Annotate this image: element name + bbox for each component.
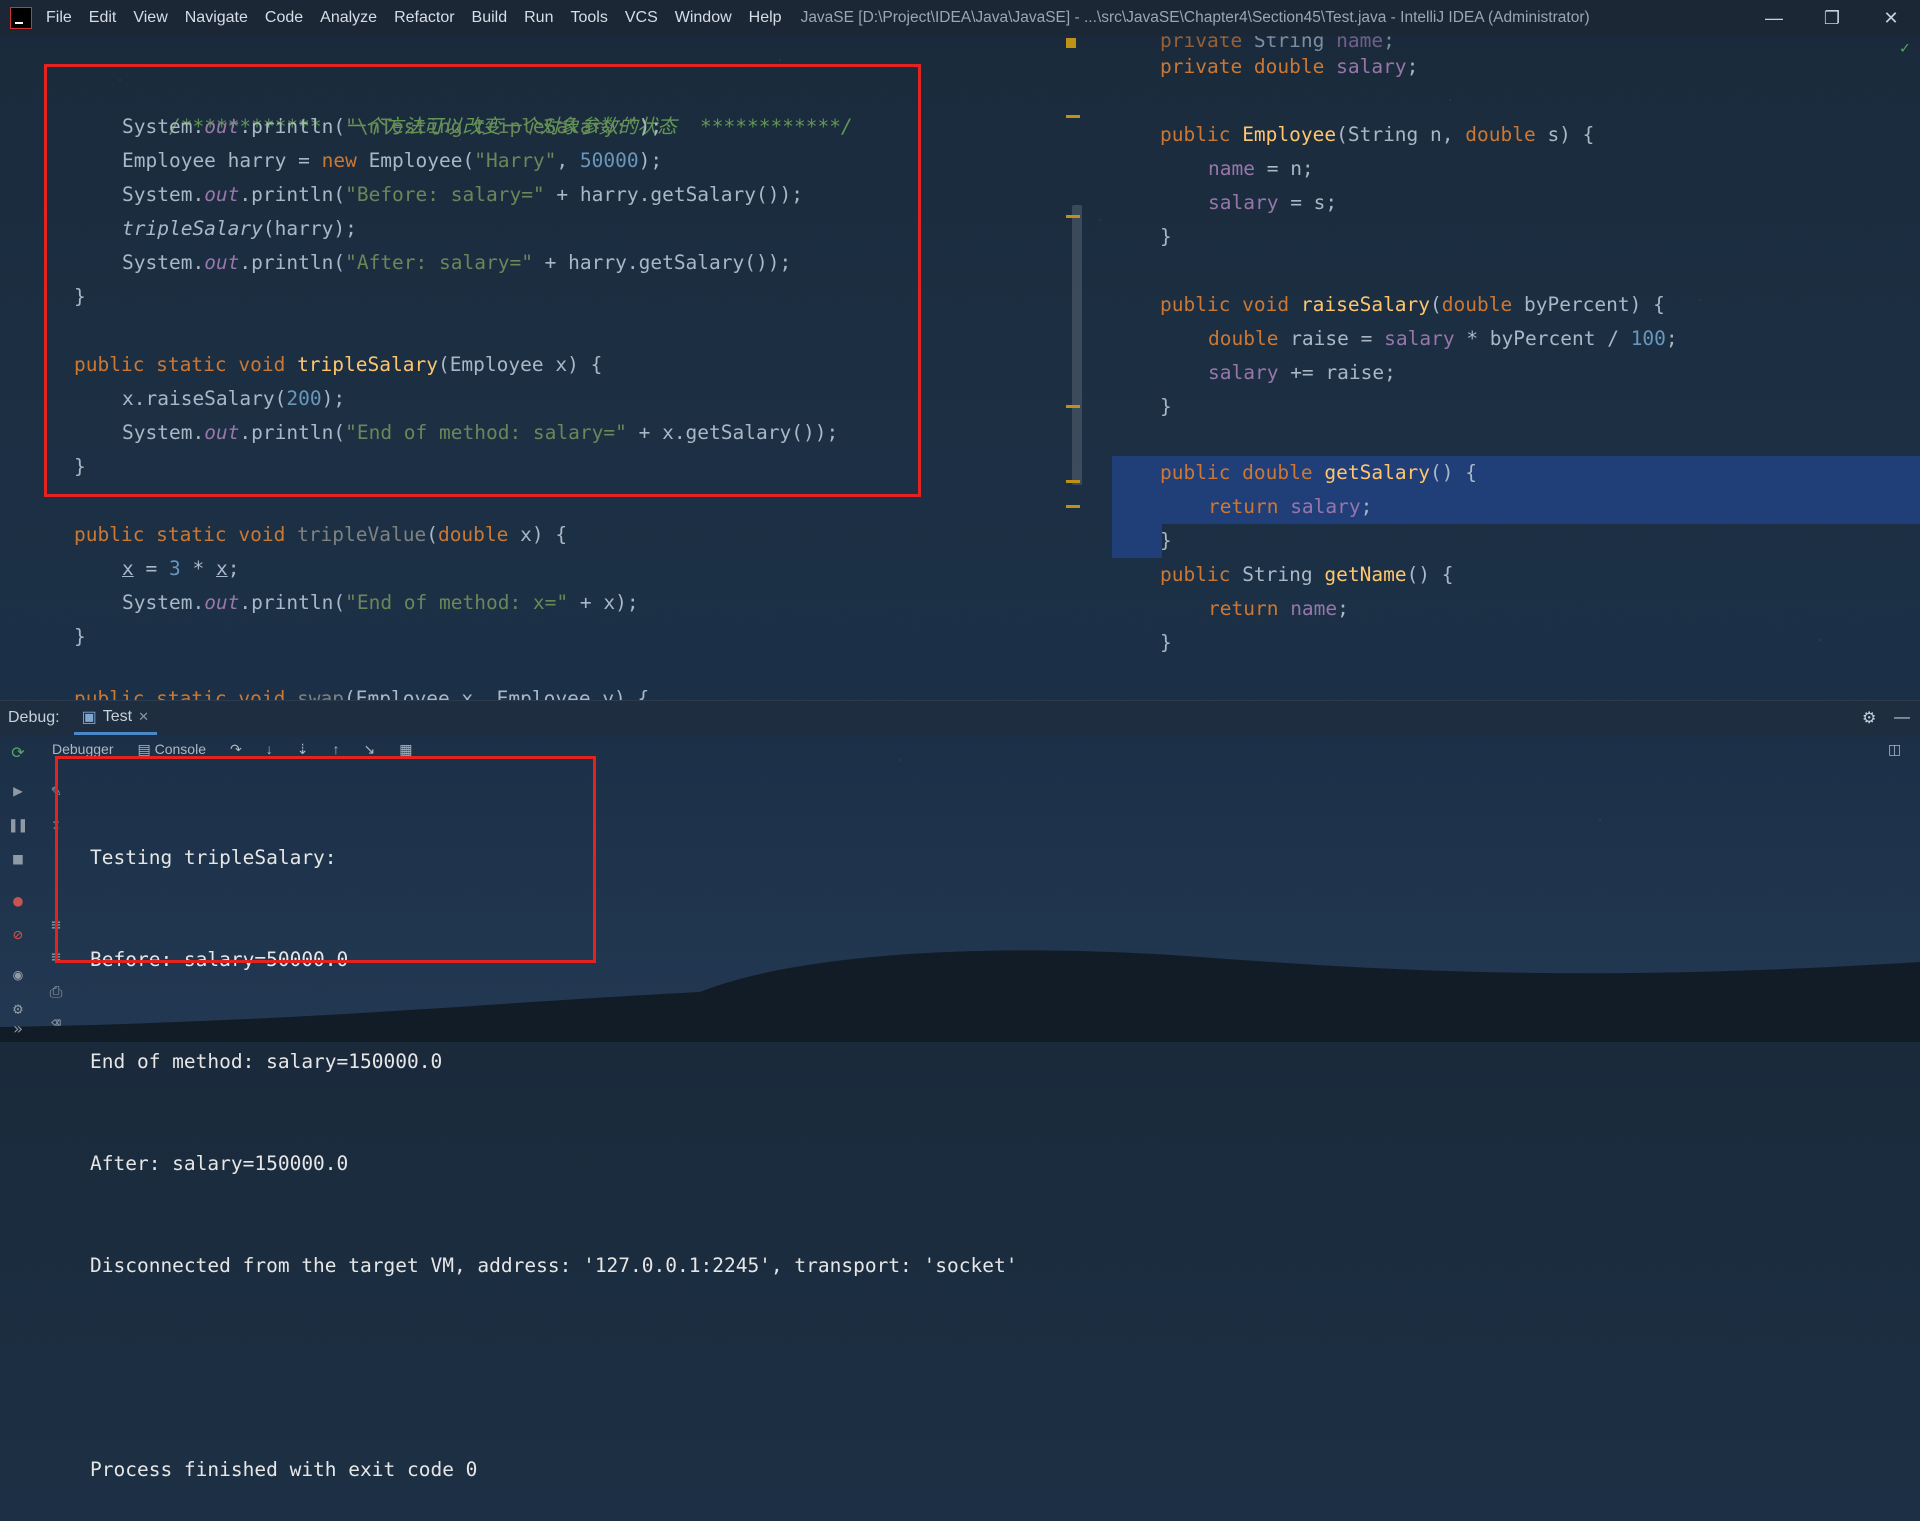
close-icon[interactable]: ✕ [1862, 0, 1920, 36]
code-line: public void raiseSalary(double byPercent… [1160, 293, 1665, 316]
code-line: } [1160, 631, 1172, 654]
restore-icon[interactable]: ❐ [1803, 0, 1861, 36]
code-line: } [1160, 529, 1172, 552]
rerun-debug-icon[interactable]: ⟳ [6, 740, 30, 764]
print-icon[interactable]: ⎙ [44, 980, 68, 1004]
menu-refactor[interactable]: Refactor [394, 9, 454, 27]
menu-analyze[interactable]: Analyze [320, 9, 377, 27]
console-line: After: salary=150000.0 [90, 1152, 349, 1175]
close-tab-icon[interactable]: ✕ [138, 709, 149, 725]
menu-navigate[interactable]: Navigate [185, 9, 248, 27]
layout-icon[interactable]: ◫ [1888, 741, 1901, 758]
scroll-marker[interactable] [1066, 215, 1080, 218]
menu-help[interactable]: Help [749, 9, 782, 27]
force-step-into-icon[interactable]: ⇣ [297, 741, 309, 758]
step-out-icon[interactable]: ↑ [332, 741, 339, 757]
scroll-marker[interactable] [1066, 115, 1080, 118]
scroll-marker[interactable] [1066, 405, 1080, 408]
check-icon: ✓ [1900, 38, 1910, 57]
menu-vcs[interactable]: VCS [625, 9, 658, 27]
code-line: return salary; [1208, 495, 1373, 518]
editor-right-pane[interactable]: private String name; private double sala… [1110, 36, 1920, 700]
window-title: JavaSE [D:\Project\IDEA\Java\JavaSE] - .… [800, 9, 1590, 26]
clear-all-icon[interactable]: ⌫ [44, 1010, 68, 1034]
menu-file[interactable]: File [46, 9, 72, 27]
pause-icon[interactable]: ❚❚ [6, 812, 30, 836]
annotation-box-console [55, 756, 596, 963]
settings-gear-icon[interactable]: ⚙ [1862, 708, 1876, 728]
console-line: End of method: salary=150000.0 [90, 1050, 443, 1073]
editor-scrollbar[interactable] [1072, 205, 1082, 485]
code-line: return name; [1208, 597, 1349, 620]
code-line: } [74, 625, 86, 648]
evaluate-icon[interactable]: ▦ [399, 741, 412, 758]
camera-icon[interactable]: ◉ [6, 962, 30, 986]
view-breakpoints-icon[interactable]: ● [6, 888, 30, 912]
run-config-icon: ▣ [81, 708, 97, 726]
console-line: Process finished with exit code 0 [90, 1458, 478, 1481]
console-line: Disconnected from the target VM, address… [90, 1254, 1018, 1277]
menu-tools[interactable]: Tools [570, 9, 607, 27]
step-over-icon[interactable]: ↷ [230, 741, 242, 758]
annotation-box-code [44, 64, 921, 497]
code-line: public static void tripleValue(double x)… [74, 523, 568, 546]
stop-icon[interactable]: ■ [6, 846, 30, 870]
menu-code[interactable]: Code [265, 9, 303, 27]
debug-tab-test[interactable]: ▣ Test ✕ [73, 701, 157, 735]
code-line: salary = s; [1208, 191, 1338, 214]
intellij-logo-icon [10, 7, 32, 29]
tab-debugger[interactable]: Debugger [52, 741, 114, 757]
step-into-icon[interactable]: ↓ [266, 741, 273, 757]
menu-run[interactable]: Run [524, 9, 553, 27]
scroll-marker[interactable] [1066, 480, 1080, 483]
menu-build[interactable]: Build [472, 9, 508, 27]
resume-icon[interactable]: ▶ [6, 778, 30, 802]
code-line: public Employee(String n, double s) { [1160, 123, 1595, 146]
code-line: public static void swap(Employee x, Empl… [74, 687, 650, 700]
code-line: private double salary; [1160, 55, 1419, 78]
code-line: x = 3 * x; [122, 557, 240, 580]
mute-breakpoints-icon[interactable]: ⊘ [6, 922, 30, 946]
code-line: double raise = salary * byPercent / 100; [1208, 327, 1678, 350]
code-line: public double getSalary() { [1160, 461, 1478, 484]
code-line: } [1160, 395, 1172, 418]
menu-window[interactable]: Window [675, 9, 732, 27]
title-menu-bar: File Edit View Navigate Code Analyze Ref… [0, 0, 1920, 36]
code-line: } [1160, 225, 1172, 248]
more-icon[interactable]: » [6, 1016, 30, 1040]
run-to-cursor-icon[interactable]: ↘ [363, 741, 375, 758]
code-line: name = n; [1208, 157, 1314, 180]
code-line: System.out.println("End of method: x=" +… [122, 591, 639, 614]
inspection-status-icon[interactable] [1066, 38, 1076, 48]
minimize-icon[interactable]: — [1745, 0, 1803, 36]
code-line: salary += raise; [1208, 361, 1396, 384]
debug-toolwindow-header: Debug: ▣ Test ✕ ⚙ — [0, 700, 1920, 735]
debug-label: Debug: [8, 709, 60, 726]
menu-edit[interactable]: Edit [89, 9, 117, 27]
code-line: public String getName() { [1160, 563, 1454, 586]
hide-panel-icon[interactable]: — [1894, 709, 1910, 727]
tab-console[interactable]: ▤ Console [138, 741, 207, 758]
menu-view[interactable]: View [133, 9, 167, 27]
scroll-marker[interactable] [1066, 505, 1080, 508]
console-icon: ▤ [137, 740, 155, 757]
